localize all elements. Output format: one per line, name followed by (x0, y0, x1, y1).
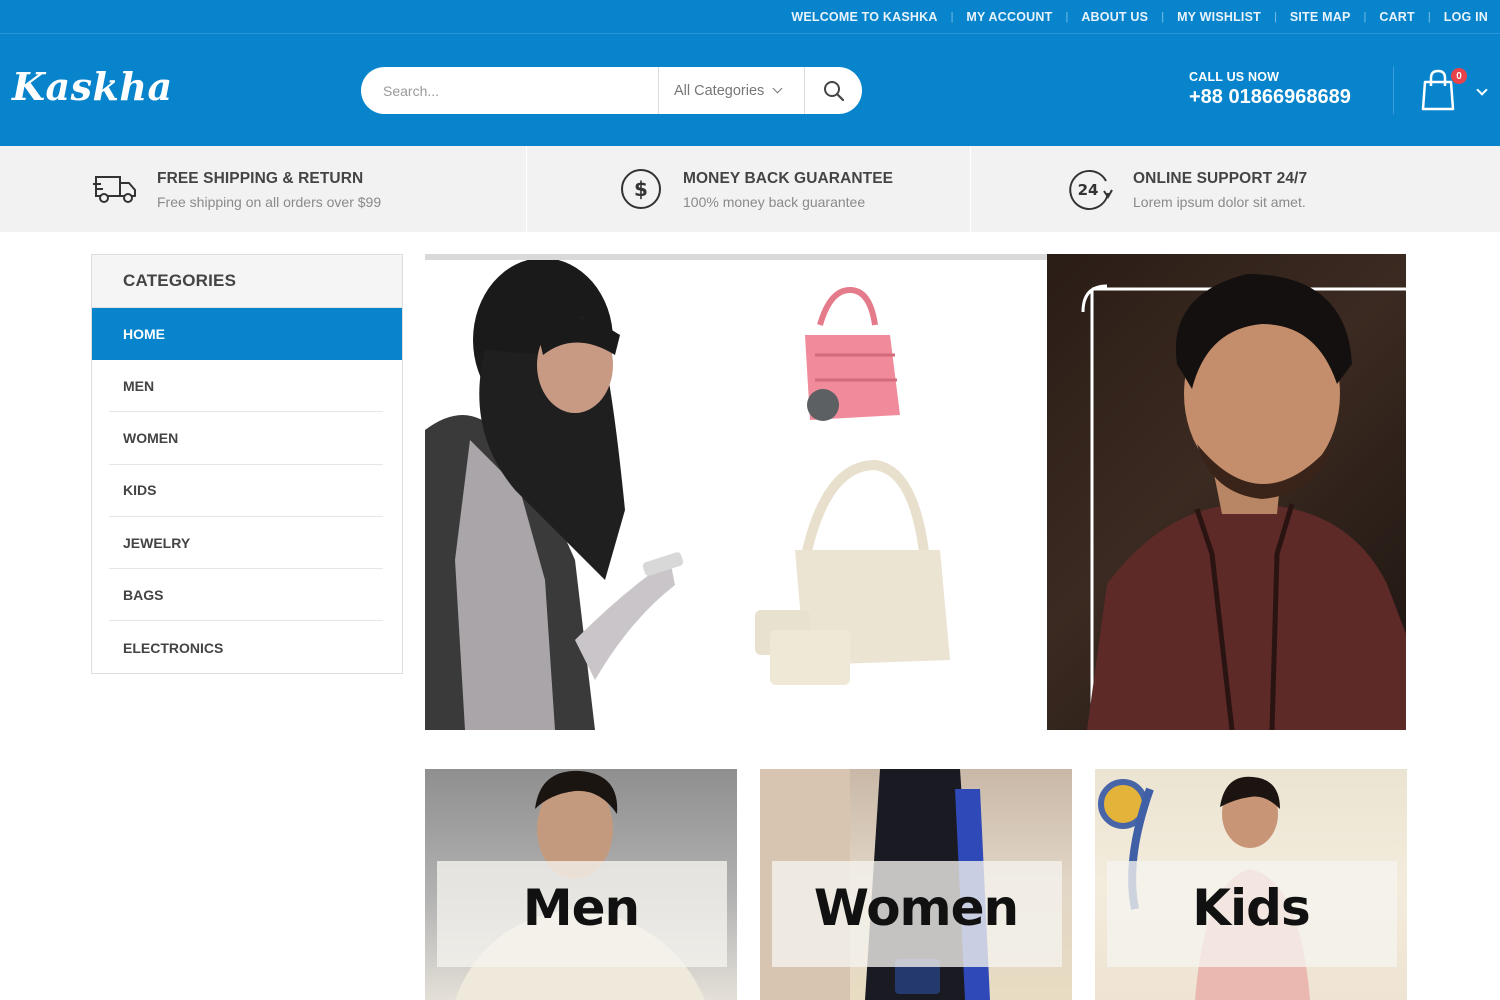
banner-right-panel (1047, 254, 1406, 730)
top-bar: WELCOME TO KASHKA | MY ACCOUNT | ABOUT U… (0, 0, 1500, 34)
support-24-icon: 24 (1069, 169, 1113, 210)
search-input[interactable] (361, 67, 658, 114)
man-image (1081, 274, 1406, 730)
feature-subtitle: Free shipping on all orders over $99 (157, 194, 382, 210)
hero-banner[interactable] (425, 254, 1406, 730)
separator: | (1065, 11, 1069, 23)
category-select-value: All Categories (674, 82, 765, 99)
categories-title: CATEGORIES (92, 255, 402, 308)
search-button[interactable] (805, 67, 862, 114)
phone-number[interactable]: +88 01866968689 (1189, 86, 1351, 109)
category-item-men[interactable]: MEN (109, 360, 383, 413)
categories-panel: CATEGORIES HOME MEN WOMEN KIDS JEWELRY B… (91, 254, 403, 674)
separator: | (950, 11, 954, 23)
divider (1393, 66, 1394, 114)
feature-title: ONLINE SUPPORT 24/7 (1133, 170, 1308, 187)
separator: | (1161, 11, 1165, 23)
search-icon (823, 80, 844, 101)
feature-subtitle: 100% money back guarantee (683, 194, 866, 210)
category-item-bags[interactable]: BAGS (109, 569, 383, 622)
log-in-link[interactable]: LOG IN (1444, 10, 1488, 24)
my-wishlist-link[interactable]: MY WISHLIST (1177, 10, 1261, 24)
woman-image (425, 260, 684, 730)
tile-label: Women (813, 879, 1019, 937)
chevron-down-icon (772, 83, 783, 93)
category-item-women[interactable]: WOMEN (109, 412, 383, 465)
separator: | (1273, 11, 1277, 23)
call-us-label: CALL US NOW (1189, 70, 1280, 84)
tile-men[interactable]: Men (425, 769, 737, 1000)
tile-kids[interactable]: Kids (1095, 769, 1407, 1000)
separator: | (1427, 11, 1431, 23)
cart-link[interactable]: CART (1379, 10, 1415, 24)
welcome-link[interactable]: WELCOME TO KASHKA (791, 10, 937, 24)
feature-title: MONEY BACK GUARANTEE (683, 170, 894, 187)
svg-text:24: 24 (1078, 181, 1099, 199)
tile-label: Kids (1192, 879, 1310, 937)
feature-free-shipping: FREE SHIPPING & RETURN Free shipping on … (0, 146, 526, 232)
separator: | (1363, 11, 1367, 23)
svg-text:$: $ (634, 177, 648, 201)
category-item-electronics[interactable]: ELECTRONICS (109, 621, 383, 673)
tile-label: Men (522, 879, 640, 937)
feature-online-support: 24 ONLINE SUPPORT 24/7 Lorem ipsum dolor… (971, 146, 1500, 232)
call-us: CALL US NOW +88 01866968689 (1189, 70, 1351, 109)
search-bar: All Categories (361, 67, 862, 114)
top-nav: WELCOME TO KASHKA | MY ACCOUNT | ABOUT U… (791, 0, 1488, 34)
features-strip: FREE SHIPPING & RETURN Free shipping on … (0, 146, 1500, 232)
banner-left-panel (425, 260, 1047, 730)
cart-dropdown-chevron-icon[interactable] (1476, 84, 1488, 96)
about-us-link[interactable]: ABOUT US (1081, 10, 1148, 24)
handbags-image (755, 286, 950, 685)
site-map-link[interactable]: SITE MAP (1290, 10, 1351, 24)
my-account-link[interactable]: MY ACCOUNT (966, 10, 1052, 24)
header: Kaskha All Categories CALL US NOW +88 01… (0, 34, 1500, 146)
category-item-jewelry[interactable]: JEWELRY (109, 517, 383, 570)
category-item-home[interactable]: HOME (92, 308, 402, 360)
truck-icon (93, 176, 136, 203)
feature-subtitle: Lorem ipsum dolor sit amet. (1133, 194, 1306, 210)
feature-title: FREE SHIPPING & RETURN (157, 170, 364, 187)
cart-button[interactable]: 0 (1420, 68, 1467, 112)
category-select[interactable]: All Categories (658, 67, 805, 114)
dollar-icon: $ (621, 169, 661, 209)
feature-money-back: $ MONEY BACK GUARANTEE 100% money back g… (527, 146, 970, 232)
cart-count-badge: 0 (1451, 68, 1467, 84)
tile-women[interactable]: Women (760, 769, 1072, 1000)
site-logo[interactable]: Kaskha (12, 64, 173, 109)
category-item-kids[interactable]: KIDS (109, 465, 383, 517)
